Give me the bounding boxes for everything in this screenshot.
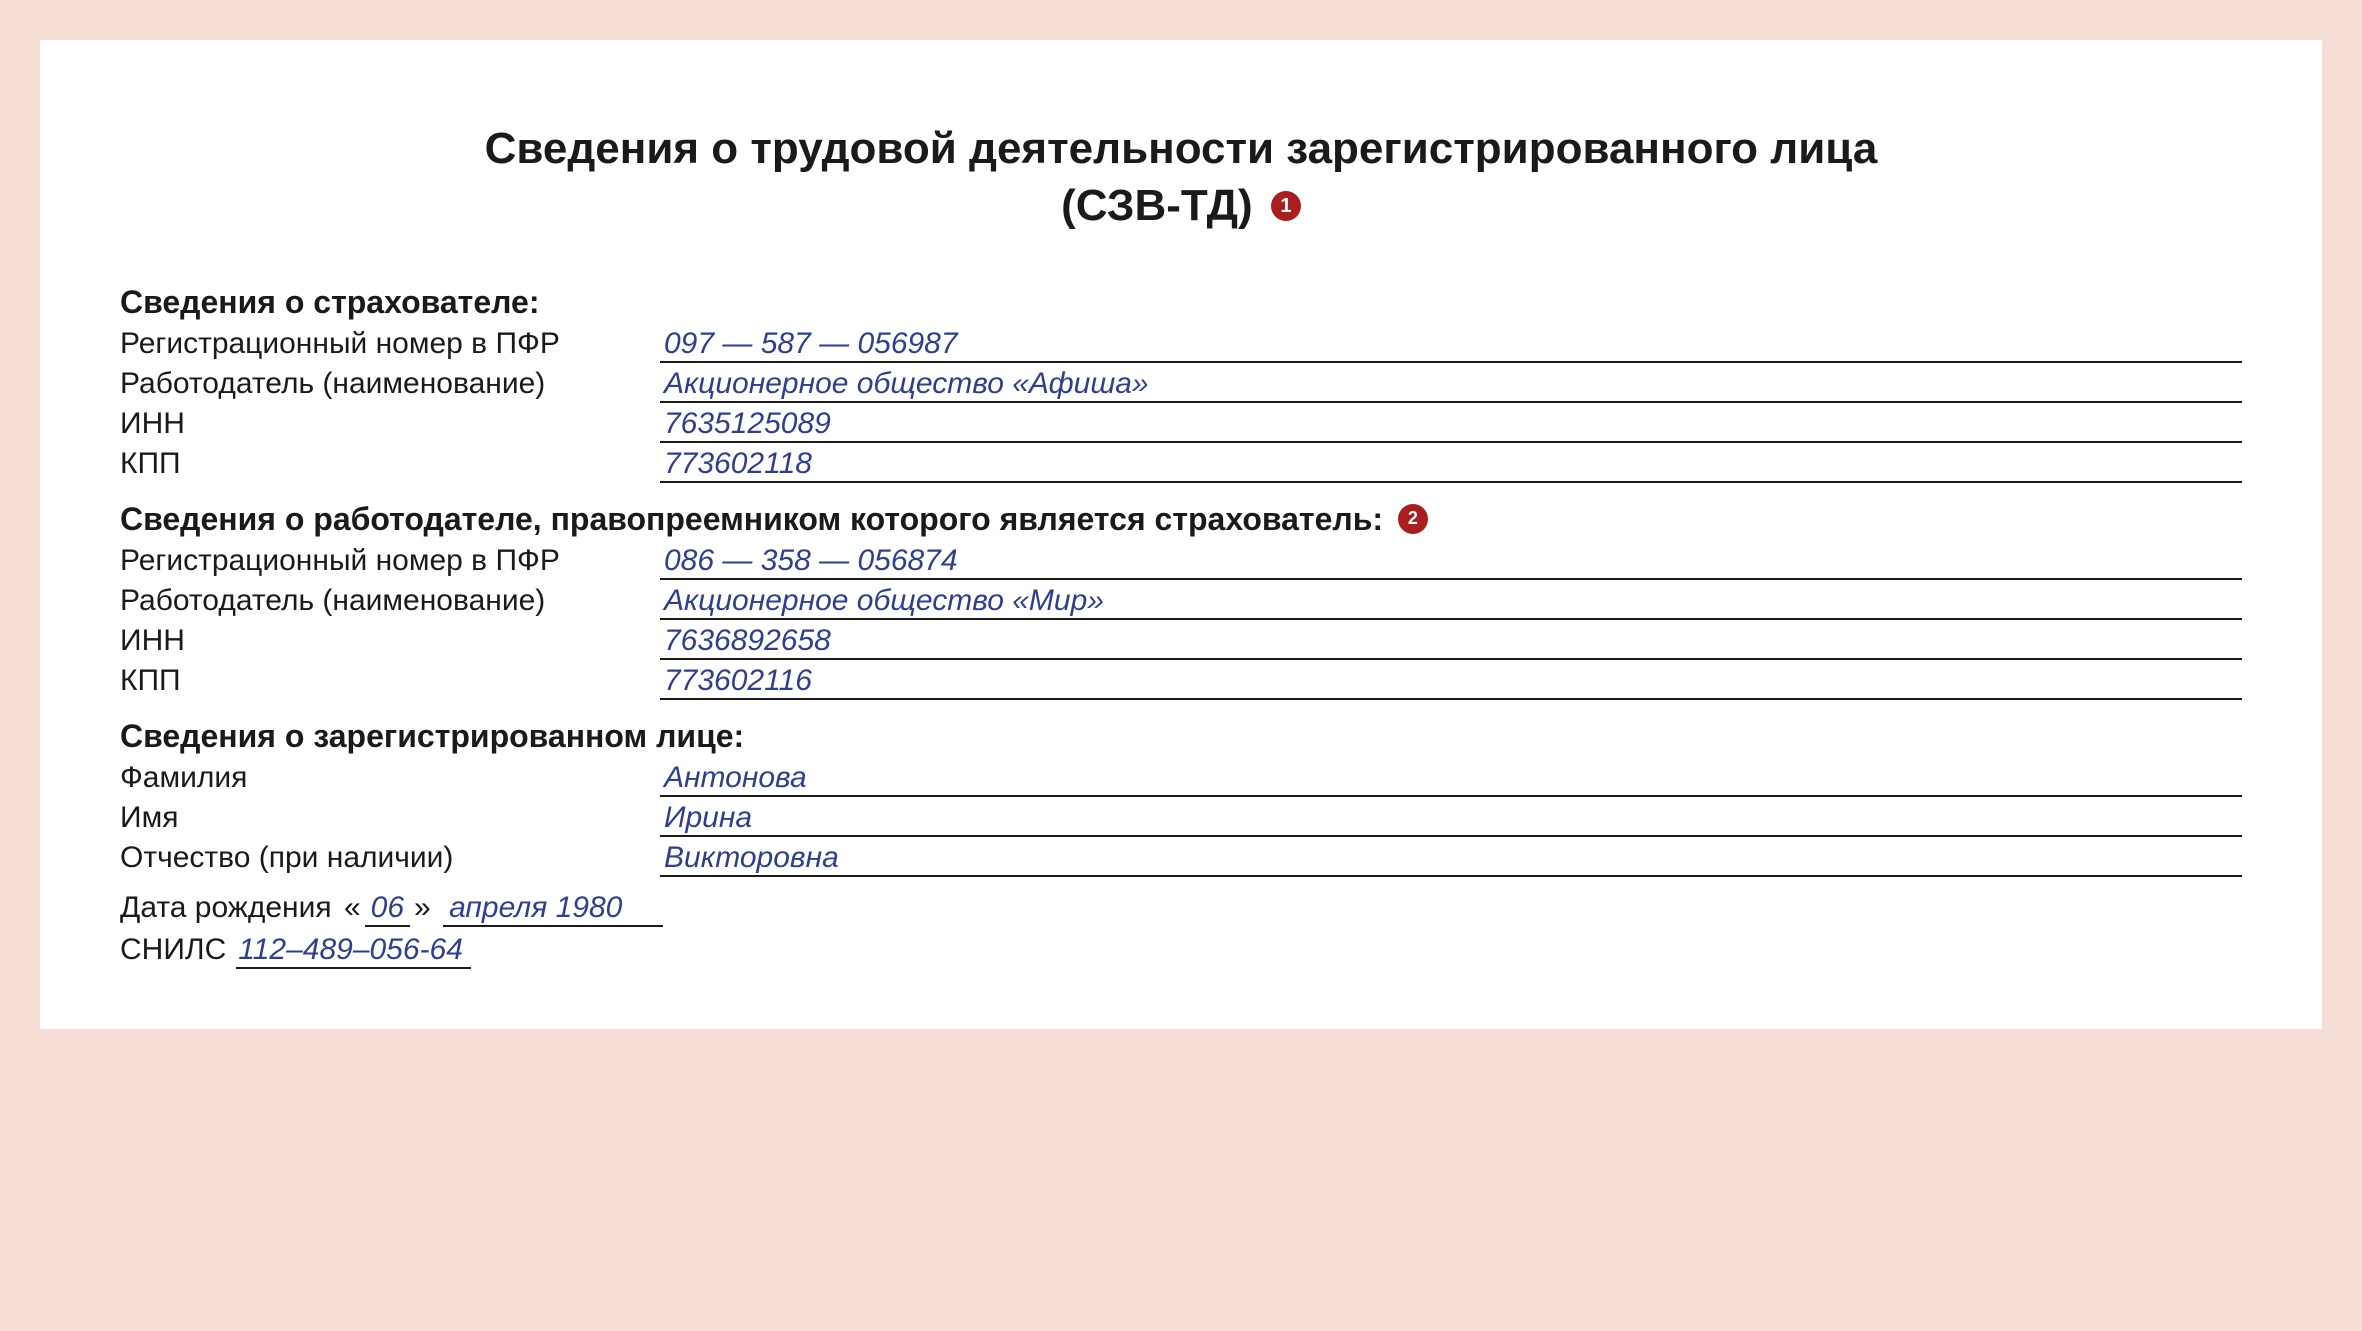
field-row-reg-pfr-1: Регистрационный номер в ПФР 097 — 587 — … [120,327,2242,363]
document-title: Сведения о трудовой деятельности зарегис… [120,120,2242,234]
employer-value-1: Акционерное общество «Афиша» [660,367,2242,403]
field-row-employer-2: Работодатель (наименование) Акционерное … [120,584,2242,620]
kpp-value-1: 773602118 [660,447,2242,483]
field-row-patronymic: Отчество (при наличии) Викторовна [120,841,2242,877]
snils-label: СНИЛС [120,933,226,966]
field-row-reg-pfr-2: Регистрационный номер в ПФР 086 — 358 — … [120,544,2242,580]
surname-label: Фамилия [120,761,660,795]
employer-label-2: Работодатель (наименование) [120,584,660,618]
annotation-badge-1: 1 [1271,191,1301,221]
reg-pfr-label-2: Регистрационный номер в ПФР [120,544,660,578]
reg-pfr-value-1: 097 — 587 — 056987 [660,327,2242,363]
reg-pfr-value-2: 086 — 358 — 056874 [660,544,2242,580]
inn-value-1: 7635125089 [660,407,2242,443]
field-row-surname: Фамилия Антонова [120,761,2242,797]
kpp-value-2: 773602116 [660,664,2242,700]
dob-label: Дата рождения [120,891,340,924]
dob-month-year: апреля 1980 [443,891,663,927]
inn-value-2: 7636892658 [660,624,2242,660]
section-successor-heading-text: Сведения о работодателе, правопреемником… [120,501,1383,537]
patronymic-label: Отчество (при наличии) [120,841,660,875]
snils-value: 112–489–056-64 [236,933,471,969]
open-quote: « [340,891,365,924]
inn-label-2: ИНН [120,624,660,658]
dob-day: 06 [365,891,410,927]
field-row-kpp-2: КПП 773602116 [120,664,2242,700]
annotation-badge-2: 2 [1398,504,1428,534]
document-container: Сведения о трудовой деятельности зарегис… [40,40,2322,1029]
dob-row: Дата рождения «06» апреля 1980 [120,891,2242,927]
title-line-2: (СЗВ-ТД) [1061,181,1253,230]
employer-value-2: Акционерное общество «Мир» [660,584,2242,620]
reg-pfr-label-1: Регистрационный номер в ПФР [120,327,660,361]
field-row-inn-2: ИНН 7636892658 [120,624,2242,660]
kpp-label-1: КПП [120,447,660,481]
patronymic-value: Викторовна [660,841,2242,877]
close-quote: » [410,891,435,924]
field-row-inn-1: ИНН 7635125089 [120,407,2242,443]
section-insurer-heading: Сведения о страхователе: [120,284,2242,321]
field-row-name: Имя Ирина [120,801,2242,837]
section-successor-heading: Сведения о работодателе, правопреемником… [120,501,2242,538]
section-person-heading: Сведения о зарегистрированном лице: [120,718,2242,755]
inn-label-1: ИНН [120,407,660,441]
name-value: Ирина [660,801,2242,837]
name-label: Имя [120,801,660,835]
snils-row: СНИЛС 112–489–056-64 [120,933,2242,969]
title-line-1: Сведения о трудовой деятельности зарегис… [485,124,1878,173]
field-row-employer-1: Работодатель (наименование) Акционерное … [120,367,2242,403]
employer-label-1: Работодатель (наименование) [120,367,660,401]
kpp-label-2: КПП [120,664,660,698]
field-row-kpp-1: КПП 773602118 [120,447,2242,483]
surname-value: Антонова [660,761,2242,797]
